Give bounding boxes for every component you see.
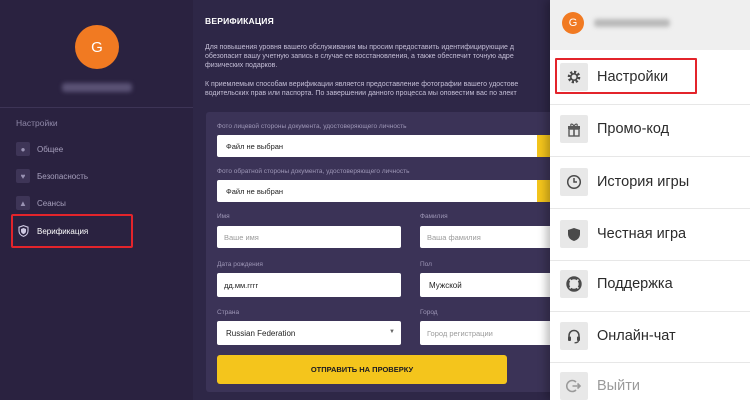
menu-item-promo[interactable]: Промо-код	[560, 115, 750, 143]
divider	[550, 362, 750, 363]
menu-item-logout[interactable]: Выйти	[560, 372, 750, 400]
front-photo-label: Фото лицевой стороны документа, удостове…	[217, 123, 407, 130]
divider	[550, 156, 750, 157]
surname-input[interactable]: Ваша фамилия	[420, 226, 550, 248]
menu-heading: Настройки	[16, 118, 58, 128]
blurred-email	[62, 83, 132, 92]
lifebuoy-icon	[560, 270, 588, 298]
chevron-down-icon: ▼	[389, 329, 395, 335]
sidebar-item-label: Сеансы	[37, 198, 66, 208]
mobile-menu: G Настройки Промо-код История игры Честн…	[550, 0, 750, 400]
clock-icon	[560, 168, 588, 196]
headset-icon	[560, 322, 588, 350]
divider	[550, 260, 750, 261]
choose-file-button[interactable]	[537, 180, 550, 202]
mobile-profile-header: G	[550, 0, 750, 50]
highlight-box	[555, 58, 697, 94]
menu-item-label: Поддержка	[597, 276, 673, 292]
menu-item-label: Выйти	[597, 378, 640, 394]
highlight-box	[11, 214, 133, 248]
file-status: Файл не выбран	[226, 141, 284, 151]
shield-icon	[560, 220, 588, 248]
intro-text: Для повышения уровня вашего обслуживания…	[205, 44, 514, 70]
avatar[interactable]: G	[562, 12, 584, 34]
front-photo-input[interactable]: Файл не выбран	[217, 135, 550, 157]
user-icon: ●	[16, 142, 30, 156]
choose-file-button[interactable]	[537, 135, 550, 157]
menu-item-label: Промо-код	[597, 121, 670, 137]
avatar[interactable]: G	[75, 25, 119, 69]
menu-item-fair-play[interactable]: Честная игра	[560, 220, 750, 248]
sidebar-item-label: Общее	[37, 144, 64, 154]
menu-item-label: Онлайн-чат	[597, 328, 676, 344]
verification-form: Фото лицевой стороны документа, удостове…	[206, 112, 550, 392]
divider	[550, 104, 750, 105]
submit-verification-button[interactable]: ОТПРАВИТЬ НА ПРОВЕРКУ	[217, 355, 507, 384]
sessions-icon: ▲	[16, 196, 30, 210]
blurred-email	[594, 19, 670, 27]
sidebar-item-sessions[interactable]: ▲ Сеансы	[16, 195, 66, 211]
page-title: ВЕРИФИКАЦИЯ	[205, 16, 274, 26]
heart-icon: ♥	[16, 169, 30, 183]
city-label: Город	[420, 309, 438, 316]
back-photo-label: Фото обратной стороны документа, удостов…	[217, 168, 410, 175]
menu-item-support[interactable]: Поддержка	[560, 270, 750, 298]
divider	[550, 208, 750, 209]
divider	[0, 107, 193, 108]
country-value: Russian Federation	[226, 328, 296, 338]
menu-item-label: Честная игра	[597, 226, 687, 242]
menu-item-online-chat[interactable]: Онлайн-чат	[560, 322, 750, 350]
gender-select[interactable]: Мужской	[420, 273, 550, 297]
divider	[550, 311, 750, 312]
method-text: К приемлемым способам верификации являет…	[205, 81, 519, 98]
sidebar-item-label: Безопасность	[37, 171, 89, 181]
name-input[interactable]: Ваше имя	[217, 226, 401, 248]
dob-input[interactable]: дд.мм.гггг	[217, 273, 401, 297]
country-select[interactable]: Russian Federation ▼	[217, 321, 401, 345]
city-input[interactable]: Город регистрации	[420, 321, 550, 345]
gender-label: Пол	[420, 261, 432, 268]
gender-value: Мужской	[429, 280, 462, 290]
gift-icon	[560, 115, 588, 143]
menu-item-label: История игры	[597, 174, 690, 190]
name-label: Имя	[217, 213, 230, 220]
file-status: Файл не выбран	[226, 186, 284, 196]
back-photo-input[interactable]: Файл не выбран	[217, 180, 550, 202]
dob-label: Дата рождения	[217, 261, 263, 268]
menu-item-history[interactable]: История игры	[560, 168, 750, 196]
settings-sidebar: G Настройки ● Общее ♥ Безопасность ▲ Сеа…	[0, 0, 193, 400]
surname-label: Фамилия	[420, 213, 448, 220]
logout-icon	[560, 372, 588, 400]
sidebar-item-general[interactable]: ● Общее	[16, 141, 63, 157]
country-label: Страна	[217, 309, 240, 316]
verification-panel: ВЕРИФИКАЦИЯ Для повышения уровня вашего …	[193, 0, 550, 400]
sidebar-item-security[interactable]: ♥ Безопасность	[16, 168, 88, 184]
